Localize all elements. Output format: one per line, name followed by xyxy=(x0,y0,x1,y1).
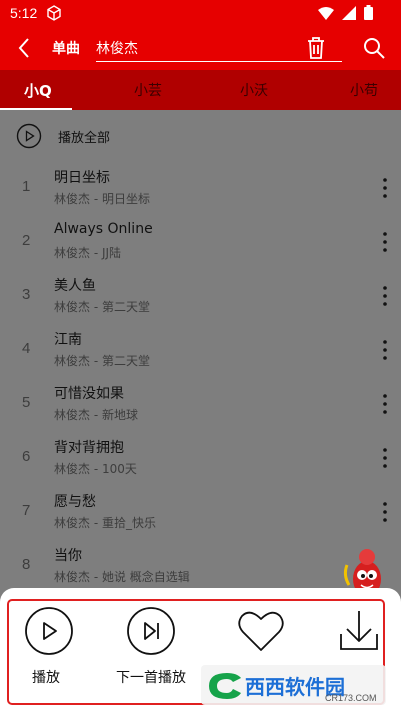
more-vertical-icon[interactable] xyxy=(376,496,394,528)
app-screen: 5:12 单曲 林俊杰 小Q 小芸 小沃 小苟 播放全部 1 明日坐标 林俊杰 … xyxy=(0,0,401,713)
tab-xiao-yun[interactable]: 小芸 xyxy=(134,80,162,100)
more-vertical-icon[interactable] xyxy=(376,226,394,258)
source-tabs: 小Q 小芸 小沃 小苟 xyxy=(0,70,401,110)
song-artist-album: 林俊杰 - 第二天堂 xyxy=(54,300,150,314)
play-circle-icon xyxy=(16,123,42,149)
play-all-row[interactable]: 播放全部 xyxy=(0,110,401,162)
song-title: 江南 xyxy=(54,332,82,348)
search-icon[interactable] xyxy=(362,36,386,60)
more-vertical-icon[interactable] xyxy=(376,334,394,366)
song-title: 可惜没如果 xyxy=(54,386,124,402)
list-item[interactable]: 4 江南 林俊杰 - 第二天堂 xyxy=(0,324,401,377)
search-header: 单曲 林俊杰 xyxy=(0,26,401,70)
play-next-label: 下一首播放 xyxy=(116,670,186,686)
song-title: 明日坐标 xyxy=(54,170,110,186)
song-index: 4 xyxy=(22,340,31,357)
chevron-left-icon[interactable] xyxy=(12,35,38,61)
heart-icon xyxy=(238,611,284,651)
play-button[interactable]: 播放 xyxy=(18,606,78,706)
more-vertical-icon[interactable] xyxy=(376,172,394,204)
search-input-value: 林俊杰 xyxy=(96,41,138,57)
play-next-button[interactable]: 下一首播放 xyxy=(116,606,186,706)
song-index: 2 xyxy=(22,232,31,249)
next-track-icon xyxy=(127,607,175,655)
status-icons xyxy=(318,5,373,20)
cube-icon xyxy=(47,5,61,21)
song-title: Always Online xyxy=(54,221,153,237)
song-index: 5 xyxy=(22,394,31,411)
wifi-icon xyxy=(318,6,334,20)
song-title: 当你 xyxy=(54,548,82,564)
download-icon xyxy=(340,611,378,650)
list-item[interactable]: 5 可惜没如果 林俊杰 - 新地球 xyxy=(0,378,401,431)
play-circle-icon xyxy=(25,607,73,655)
list-item[interactable]: 2 Always Online 林俊杰 - JJ陆 xyxy=(0,216,401,269)
song-title: 美人鱼 xyxy=(54,278,96,294)
song-index: 3 xyxy=(22,286,31,303)
battery-icon xyxy=(364,5,373,20)
signal-icon xyxy=(342,5,356,20)
song-title: 愿与愁 xyxy=(54,494,96,510)
song-artist-album: 林俊杰 - 重拾_快乐 xyxy=(54,516,156,530)
song-index: 1 xyxy=(22,178,31,195)
song-index: 6 xyxy=(22,448,31,465)
search-type-label[interactable]: 单曲 xyxy=(52,38,80,58)
site-watermark: 西西软件园 CR173.COM xyxy=(201,665,386,705)
tab-xiao-q[interactable]: 小Q xyxy=(24,80,52,101)
more-vertical-icon[interactable] xyxy=(376,442,394,474)
list-item[interactable]: 1 明日坐标 林俊杰 - 明日坐标 xyxy=(0,162,401,215)
song-index: 7 xyxy=(22,502,31,519)
song-artist-album: 林俊杰 - 她说 概念自选辑 xyxy=(54,570,190,584)
song-title: 背对背拥抱 xyxy=(54,440,124,456)
svg-text:CR173.COM: CR173.COM xyxy=(325,693,377,703)
song-artist-album: 林俊杰 - 第二天堂 xyxy=(54,354,150,368)
song-index: 8 xyxy=(22,556,31,573)
list-item[interactable]: 3 美人鱼 林俊杰 - 第二天堂 xyxy=(0,270,401,323)
play-label: 播放 xyxy=(32,670,60,686)
song-artist-album: 林俊杰 - 明日坐标 xyxy=(54,192,150,206)
status-time: 5:12 xyxy=(10,5,38,21)
tab-xiao-gou[interactable]: 小苟 xyxy=(350,80,378,100)
list-item[interactable]: 7 愿与愁 林俊杰 - 重拾_快乐 xyxy=(0,486,401,539)
list-item[interactable]: 6 背对背拥抱 林俊杰 - 100天 xyxy=(0,432,401,485)
more-vertical-icon[interactable] xyxy=(376,280,394,312)
more-vertical-icon[interactable] xyxy=(376,388,394,420)
trash-icon[interactable] xyxy=(306,36,326,60)
song-artist-album: 林俊杰 - 100天 xyxy=(54,462,137,476)
song-artist-album: 林俊杰 - 新地球 xyxy=(54,408,138,422)
play-all-label: 播放全部 xyxy=(58,131,111,146)
status-bar: 5:12 xyxy=(0,0,401,26)
song-artist-album: 林俊杰 - JJ陆 xyxy=(54,246,122,260)
watermark-logo: 西西软件园 CR173.COM xyxy=(201,665,386,705)
tab-xiao-wo[interactable]: 小沃 xyxy=(240,80,268,100)
